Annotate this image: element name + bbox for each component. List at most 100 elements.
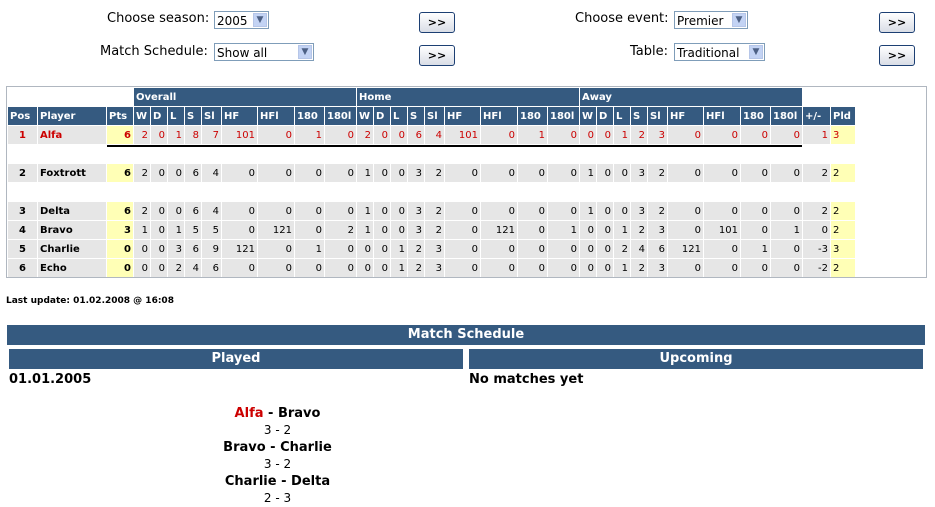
column-header: Pld — [831, 107, 855, 125]
chevron-down-icon: ▼ — [749, 45, 763, 59]
table-cell: 0 — [258, 240, 294, 258]
event-go-button[interactable]: >> — [879, 12, 915, 33]
column-header: Pos — [8, 107, 37, 125]
table-cell: 2 — [831, 164, 855, 182]
column-header: S — [408, 107, 424, 125]
season-go-button[interactable]: >> — [419, 12, 455, 33]
away-team[interactable]: Bravo — [278, 406, 321, 421]
table-cell: 0 — [445, 240, 480, 258]
table-cell: 2 — [134, 126, 150, 144]
table-cell: 5 — [8, 240, 37, 258]
last-update: Last update: 01.02.2008 @ 16:08 — [6, 296, 174, 306]
schedule-label: Match Schedule: — [100, 44, 208, 59]
row-separator — [8, 183, 855, 201]
table-select-value: Traditional — [677, 46, 740, 60]
column-header: 180l — [548, 107, 579, 125]
table-cell: 1 — [168, 221, 184, 239]
schedule-select[interactable]: Show all ▼ — [214, 43, 314, 61]
table-cell: 0 — [580, 126, 596, 144]
away-team[interactable]: Delta — [291, 474, 330, 489]
table-cell: 0 — [151, 259, 167, 277]
table-cell: 0 — [325, 240, 356, 258]
season-select[interactable]: 2005 ▼ — [214, 11, 269, 29]
table-cell: 0 — [168, 164, 184, 182]
table-select[interactable]: Traditional ▼ — [674, 43, 765, 61]
table-cell: 3 — [648, 126, 667, 144]
table-cell: 3 — [107, 221, 133, 239]
table-cell: 0 — [481, 259, 517, 277]
table-cell: 3 — [408, 202, 424, 220]
table-cell: 8 — [185, 126, 201, 144]
table-cell: 0 — [107, 259, 133, 277]
column-header: D — [374, 107, 390, 125]
table-cell: 0 — [580, 259, 596, 277]
table-cell: 0 — [614, 164, 630, 182]
row-separator — [8, 145, 855, 163]
table-cell: 0 — [704, 164, 740, 182]
table-cell: 0 — [518, 164, 547, 182]
table-cell: 0 — [614, 202, 630, 220]
table-cell: 3 — [8, 202, 37, 220]
table-cell: 1 — [295, 126, 324, 144]
table-cell: 1 — [614, 221, 630, 239]
table-cell: 1 — [771, 221, 802, 239]
table-cell: 1 — [357, 221, 373, 239]
column-header: Sl — [202, 107, 221, 125]
table-cell: 0 — [391, 221, 407, 239]
event-select[interactable]: Premier ▼ — [674, 11, 748, 29]
table-cell: 3 — [408, 164, 424, 182]
table-cell: 1 — [614, 259, 630, 277]
table-cell: 7 — [202, 126, 221, 144]
player-name[interactable]: Bravo — [38, 221, 106, 239]
table-cell: 2 — [425, 164, 444, 182]
table-cell: 1 — [803, 126, 830, 144]
table-cell: 2 — [134, 164, 150, 182]
match-teams: Bravo - Charlie — [170, 439, 385, 456]
table-cell: 1 — [580, 202, 596, 220]
table-cell: 121 — [481, 221, 517, 239]
table-cell: 3 — [408, 221, 424, 239]
table-cell: 3 — [648, 221, 667, 239]
column-header: 180 — [518, 107, 547, 125]
table-cell: 2 — [425, 202, 444, 220]
column-header: Sl — [648, 107, 667, 125]
table-cell: 0 — [597, 164, 613, 182]
column-header: 180 — [295, 107, 324, 125]
table-cell: 1 — [548, 221, 579, 239]
player-name[interactable]: Foxtrott — [38, 164, 106, 182]
table-cell: 0 — [548, 126, 579, 144]
event-select-value: Premier — [677, 14, 724, 28]
player-name[interactable]: Echo — [38, 259, 106, 277]
column-header: HF — [222, 107, 257, 125]
table-cell: 1 — [134, 221, 150, 239]
table-cell: 0 — [445, 164, 480, 182]
away-team[interactable]: Charlie — [280, 440, 332, 455]
schedule-go-button[interactable]: >> — [419, 45, 455, 66]
table-cell: 2 — [631, 126, 647, 144]
table-cell: 0 — [357, 240, 373, 258]
table-cell: 0 — [391, 126, 407, 144]
table-cell: 0 — [295, 221, 324, 239]
player-name[interactable]: Delta — [38, 202, 106, 220]
table-cell: 2 — [831, 221, 855, 239]
player-name[interactable]: Charlie — [38, 240, 106, 258]
table-go-button[interactable]: >> — [879, 45, 915, 66]
table-cell: 0 — [222, 259, 257, 277]
table-cell: 5 — [202, 221, 221, 239]
table-cell: 1 — [168, 126, 184, 144]
table-cell: 0 — [357, 259, 373, 277]
table-cell: 2 — [831, 259, 855, 277]
column-header: S — [631, 107, 647, 125]
column-header: L — [168, 107, 184, 125]
table-cell: 0 — [445, 221, 480, 239]
table-cell: 6 — [185, 202, 201, 220]
match-separator: - — [265, 440, 281, 455]
home-team[interactable]: Bravo — [223, 440, 266, 455]
table-cell: 0 — [597, 259, 613, 277]
home-team[interactable]: Alfa — [235, 406, 264, 421]
table-cell: 1 — [357, 164, 373, 182]
player-name[interactable]: Alfa — [38, 126, 106, 144]
chevron-down-icon: ▼ — [298, 45, 312, 59]
home-team[interactable]: Charlie — [225, 474, 277, 489]
table-cell: 2 — [408, 259, 424, 277]
